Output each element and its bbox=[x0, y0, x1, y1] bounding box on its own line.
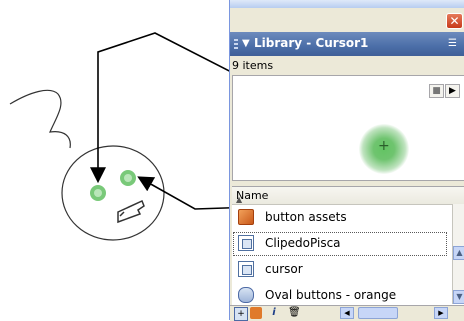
item-count: 9 items bbox=[232, 59, 274, 72]
tail-squiggle bbox=[9, 89, 71, 149]
horizontal-scroll-thumb[interactable] bbox=[358, 307, 398, 319]
list-item-label: button assets bbox=[265, 210, 347, 224]
folder-icon bbox=[238, 209, 254, 225]
movieclip-icon bbox=[238, 235, 254, 251]
scroll-left-icon[interactable]: ◀ bbox=[340, 307, 354, 319]
library-toolbar: + i 🗑 ◀ ▶ bbox=[230, 305, 464, 321]
scroll-right-icon[interactable]: ▶ bbox=[434, 307, 448, 319]
list-item[interactable]: cursor bbox=[232, 257, 448, 283]
list-item[interactable]: button assets bbox=[232, 205, 448, 231]
options-menu-icon[interactable]: ☰ bbox=[448, 38, 460, 49]
new-folder-icon[interactable] bbox=[250, 307, 262, 319]
properties-icon[interactable]: i bbox=[268, 307, 280, 319]
crosshair-icon: + bbox=[378, 138, 390, 154]
close-button[interactable]: ✕ bbox=[446, 13, 463, 29]
play-icon: ▶ bbox=[449, 86, 456, 96]
scroll-down-icon[interactable]: ▼ bbox=[453, 290, 464, 304]
grip-icon[interactable] bbox=[234, 39, 238, 51]
library-list: Name ▲ button assets ClipedoPisca cursor… bbox=[232, 186, 464, 307]
preview-window: ■ ▶ + bbox=[232, 75, 464, 181]
column-header-name[interactable]: Name ▲ bbox=[232, 187, 464, 205]
right-eye-core bbox=[124, 174, 132, 182]
stop-icon: ■ bbox=[432, 86, 441, 96]
collapse-arrow-icon[interactable]: ▼ bbox=[242, 38, 250, 49]
left-eye-core bbox=[94, 189, 102, 197]
panel-titlebar[interactable]: ▼ Library - Cursor1 ☰ bbox=[230, 32, 464, 56]
mouth-scribble bbox=[117, 199, 145, 224]
play-button[interactable]: ▶ bbox=[445, 84, 460, 98]
vertical-scrollbar[interactable]: ▲ ▼ bbox=[452, 204, 464, 304]
movieclip-icon bbox=[238, 261, 254, 277]
list-item-label: cursor bbox=[265, 262, 303, 276]
panel-top-edge bbox=[230, 0, 464, 8]
delete-icon[interactable]: 🗑 bbox=[288, 307, 301, 319]
scroll-up-icon[interactable]: ▲ bbox=[453, 246, 464, 260]
stop-button[interactable]: ■ bbox=[429, 84, 444, 98]
face-circle bbox=[61, 145, 165, 241]
new-symbol-icon[interactable]: + bbox=[234, 307, 248, 321]
button-symbol-icon bbox=[238, 287, 254, 303]
library-panel: ✕ ▼ Library - Cursor1 ☰ 9 items ■ ▶ + Na… bbox=[229, 0, 464, 321]
list-item-label: Oval buttons - orange bbox=[265, 288, 397, 302]
list-item-label: ClipedoPisca bbox=[265, 236, 341, 250]
close-icon: ✕ bbox=[449, 14, 460, 28]
list-item[interactable]: ClipedoPisca bbox=[232, 231, 448, 257]
panel-title: Library - Cursor1 bbox=[254, 36, 369, 50]
